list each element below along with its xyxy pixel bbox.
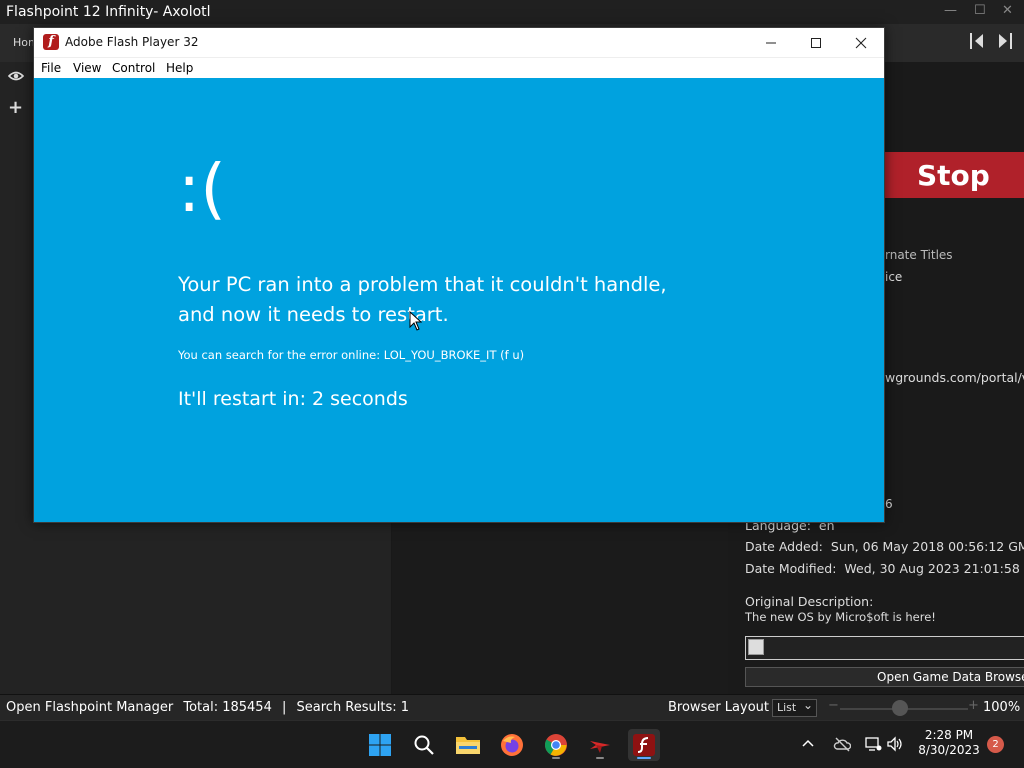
browser-layout-select[interactable]: List ⌄ [772, 698, 817, 717]
source-value: wgrounds.com/portal/vi [885, 370, 1024, 385]
clock-time: 2:28 PM [924, 728, 974, 742]
firefox-icon [501, 734, 523, 756]
flash-close-button[interactable] [838, 28, 884, 57]
running-indicator [552, 757, 560, 759]
chevron-down-icon: ⌄ [802, 698, 813, 712]
taskbar-file-explorer[interactable] [452, 729, 484, 761]
open-flashpoint-manager-link[interactable]: Open Flashpoint Manager [6, 700, 173, 715]
taskbar-launcher[interactable] [584, 729, 616, 761]
original-description-value: The new OS by Micro$oft is here! [745, 610, 936, 624]
file-explorer-icon [456, 737, 480, 754]
date-added-row: Date Added: Sun, 06 May 2018 00:56:12 GMT [745, 539, 1024, 554]
flash-player-menubar: File View Control Help [34, 57, 884, 78]
total-count: Total: 185454 [183, 700, 272, 715]
flash-player-title: Adobe Flash Player 32 [65, 35, 199, 49]
series-value: ice [885, 270, 903, 284]
taskbar-firefox[interactable] [496, 729, 528, 761]
collapse-right-icon[interactable] [996, 32, 1014, 50]
menu-view[interactable]: View [73, 61, 101, 75]
windows-start-icon [369, 734, 391, 756]
flashpoint-window-title: Flashpoint 12 Infinity- Axolotl [6, 4, 211, 20]
search-results-count: Search Results: 1 [296, 700, 410, 715]
browser-layout-value: List [777, 701, 797, 714]
running-indicator [596, 757, 604, 759]
date-modified-value: Wed, 30 Aug 2023 21:01:58 GMT [844, 561, 1024, 576]
bsod-message-line-2: and now it needs to restart. [178, 303, 449, 326]
alternate-titles-label: rnate Titles [885, 248, 953, 262]
launcher-icon [590, 741, 610, 753]
clock-date: 8/30/2023 [918, 743, 980, 757]
maximize-icon [811, 37, 821, 48]
status-separator: | [281, 700, 287, 715]
flash-maximize-button[interactable] [793, 28, 839, 57]
date-added-label: Date Added: [745, 539, 823, 554]
flash-player-logo-icon: f [43, 34, 59, 50]
game-screenshot[interactable] [745, 636, 1024, 660]
stop-button[interactable]: Stop [884, 152, 1024, 198]
onedrive-cloud-icon[interactable] [833, 736, 851, 752]
mouse-cursor-icon [409, 311, 422, 331]
broken-image-icon [748, 639, 764, 655]
date-added-value: Sun, 06 May 2018 00:56:12 GMT [830, 539, 1024, 554]
minimize-icon [766, 42, 776, 43]
collapse-left-icon[interactable] [968, 32, 986, 50]
menu-file[interactable]: File [41, 61, 61, 75]
volume-icon[interactable] [886, 736, 904, 752]
start-button[interactable] [364, 729, 396, 761]
date-modified-row: Date Modified: Wed, 30 Aug 2023 21:01:58 … [745, 561, 1024, 576]
flashpoint-titlebar: Flashpoint 12 Infinity- Axolotl — ☐ ✕ [0, 0, 1024, 24]
menu-control[interactable]: Control [112, 61, 155, 75]
zoom-out-button[interactable]: − [828, 698, 839, 713]
flash-player-icon [633, 734, 655, 756]
network-icon[interactable] [864, 736, 882, 752]
taskbar-search-button[interactable] [408, 729, 440, 761]
eye-icon[interactable] [8, 70, 24, 82]
original-description-label: Original Description: [745, 594, 874, 609]
chrome-icon [545, 734, 567, 756]
search-icon [414, 735, 434, 755]
bsod-restart-countdown: It'll restart in: 2 seconds [178, 388, 408, 410]
bsod-error-code: You can search for the error online: LOL… [178, 348, 525, 362]
bsod-message: Your PC ran into a problem that it could… [178, 270, 778, 330]
date-modified-label: Date Modified: [745, 561, 837, 576]
add-icon[interactable]: + [8, 97, 23, 118]
zoom-in-button[interactable]: + [968, 698, 979, 713]
flash-player-titlebar[interactable]: f Adobe Flash Player 32 [34, 28, 884, 57]
close-icon [855, 37, 867, 48]
zoom-slider-thumb[interactable] [892, 700, 909, 716]
flash-player-window: f Adobe Flash Player 32 File View Contro… [33, 27, 885, 523]
taskbar-flash-player[interactable] [628, 729, 660, 761]
maximize-icon[interactable]: ☐ [974, 3, 986, 18]
active-indicator [637, 757, 651, 759]
menu-help[interactable]: Help [166, 61, 193, 75]
minimize-icon[interactable]: — [944, 3, 957, 18]
zoom-level: 100% [983, 700, 1021, 715]
open-game-data-browser-button[interactable]: Open Game Data Browser [745, 667, 1024, 687]
status-left: Open Flashpoint Manager Total: 185454 | … [6, 700, 415, 715]
flash-minimize-button[interactable] [748, 28, 794, 57]
taskbar-chrome[interactable] [540, 729, 572, 761]
flashpoint-statusbar: Open Flashpoint Manager Total: 185454 | … [0, 694, 1024, 720]
browser-layout-label: Browser Layout [668, 700, 770, 715]
bsod-frown: :( [178, 150, 226, 227]
bsod-message-line-1: Your PC ran into a problem that it could… [178, 273, 667, 296]
notification-badge[interactable]: 2 [987, 736, 1004, 753]
close-icon[interactable]: ✕ [1002, 3, 1013, 18]
chevron-up-icon[interactable] [800, 736, 816, 752]
system-clock[interactable]: 2:28 PM 8/30/2023 [912, 728, 986, 758]
release-date-value: 6 [885, 497, 893, 511]
